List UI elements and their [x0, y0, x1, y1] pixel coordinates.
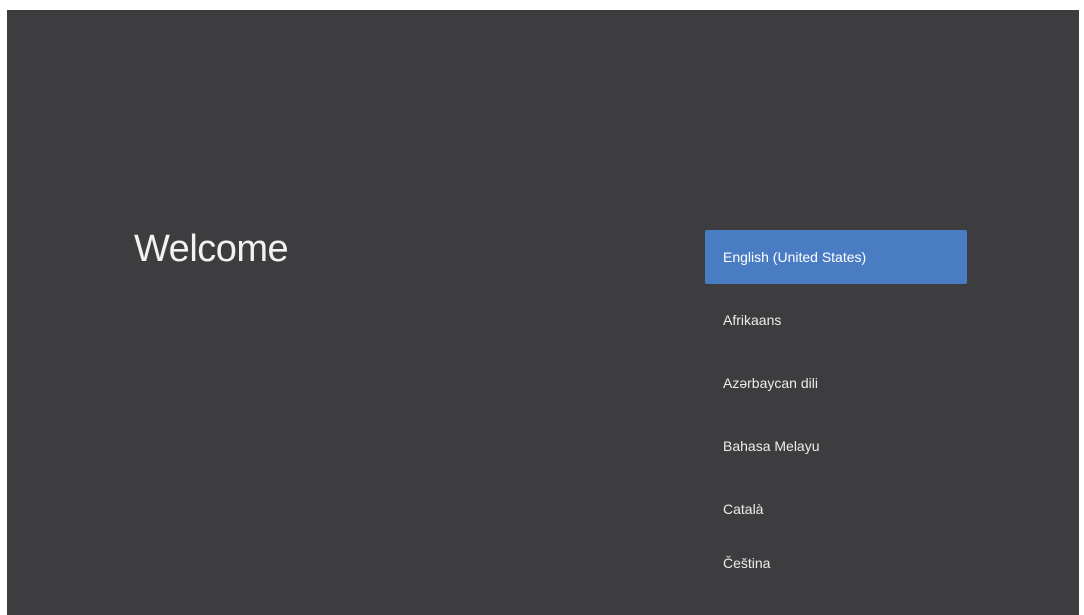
- setup-screen: Welcome English (United States) Afrikaan…: [7, 10, 1079, 615]
- language-item-azerbaijani[interactable]: Azərbaycan dili: [705, 356, 967, 410]
- welcome-title: Welcome: [134, 228, 289, 270]
- language-item-bahasa-melayu[interactable]: Bahasa Melayu: [705, 419, 967, 473]
- language-item-afrikaans[interactable]: Afrikaans: [705, 293, 967, 347]
- language-item-cestina[interactable]: Čeština: [705, 536, 967, 590]
- language-item-catala[interactable]: Català: [705, 482, 967, 536]
- language-list[interactable]: English (United States) Afrikaans Azərba…: [705, 230, 967, 590]
- language-item-english-us[interactable]: English (United States): [705, 230, 967, 284]
